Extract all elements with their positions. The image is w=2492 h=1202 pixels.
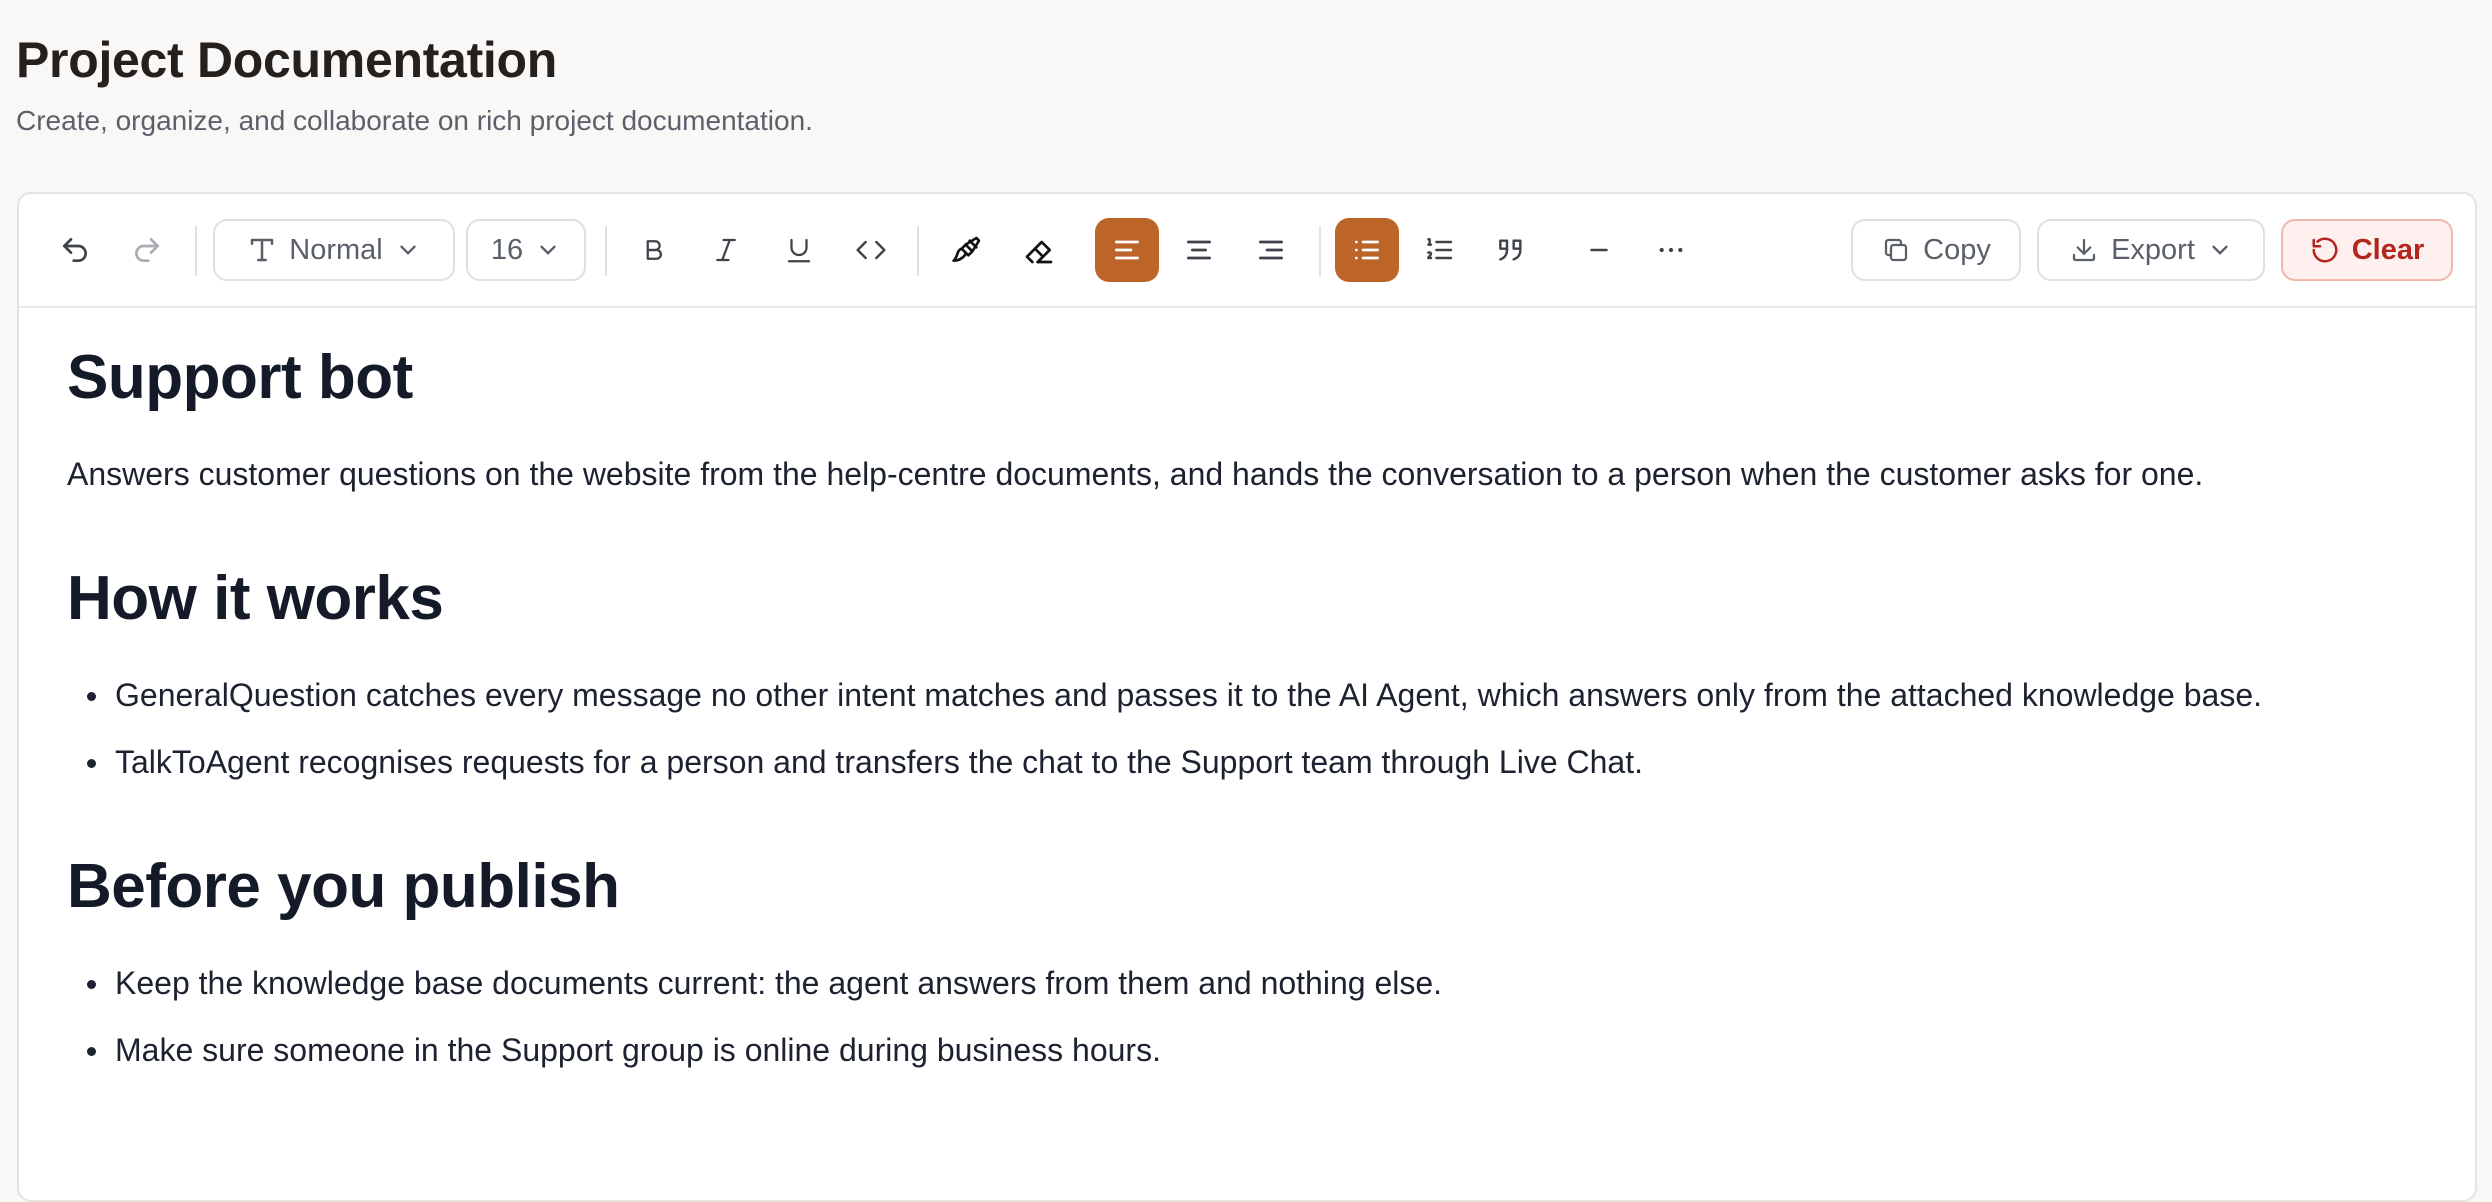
format-painter-button[interactable]	[935, 218, 999, 282]
list-item: Make sure someone in the Support group i…	[67, 1028, 2435, 1073]
quote-icon	[1499, 239, 1522, 261]
align-left-button[interactable]	[1095, 218, 1159, 282]
clear-label: Clear	[2351, 233, 2425, 266]
paintbrush-icon	[952, 236, 981, 262]
code-button[interactable]	[839, 218, 903, 282]
editor-content[interactable]: Support bot Answers customer questions o…	[67, 343, 2435, 1095]
chevron-down-icon	[400, 245, 416, 255]
section-heading: How it works	[67, 563, 444, 633]
list-item: Keep the knowledge base documents curren…	[67, 961, 2435, 1006]
text-type-icon	[251, 238, 274, 262]
italic-button[interactable]	[694, 218, 758, 282]
bullet-list-icon	[1355, 240, 1379, 260]
copy-icon	[1885, 238, 1908, 262]
document-title: Support bot	[67, 343, 413, 412]
eraser-icon	[1025, 240, 1053, 264]
code-icon	[856, 240, 886, 260]
copy-label: Copy	[1923, 233, 1991, 266]
horizontal-rule-button[interactable]	[1567, 218, 1631, 282]
toolbar-divider	[1319, 226, 1321, 276]
italic-icon	[716, 238, 736, 262]
list-item: TalkToAgent recognises requests for a pe…	[67, 740, 2435, 785]
font-size-value: 16	[490, 233, 524, 266]
block-style-value: Normal	[289, 233, 383, 266]
export-label: Export	[2111, 233, 2195, 266]
numbered-list-icon	[1427, 238, 1453, 260]
page-title: Project Documentation	[16, 32, 557, 88]
undo-icon	[62, 238, 87, 262]
chevron-down-icon	[2212, 245, 2228, 255]
align-center-button[interactable]	[1167, 218, 1231, 282]
toolbar-divider	[195, 226, 197, 276]
redo-button[interactable]	[115, 218, 179, 282]
font-size-select[interactable]: 16	[466, 219, 586, 281]
list-item: GeneralQuestion catches every message no…	[67, 673, 2435, 718]
underline-button[interactable]	[767, 218, 831, 282]
align-center-icon	[1187, 240, 1211, 260]
download-icon	[2072, 238, 2096, 262]
toolbar-divider	[605, 226, 607, 276]
bold-button[interactable]	[622, 218, 686, 282]
undo-button[interactable]	[43, 218, 107, 282]
document-intro: Answers customer questions on the websit…	[67, 456, 2204, 493]
document-editor: Normal 16 Copy Export Clear Support bot …	[17, 192, 2477, 1202]
clear-button[interactable]: Clear	[2281, 219, 2453, 281]
more-horizontal-icon	[1659, 247, 1683, 253]
chevron-down-icon	[540, 245, 556, 255]
align-right-icon	[1259, 240, 1283, 260]
editor-toolbar: Normal 16 Copy Export Clear	[19, 194, 2475, 308]
redo-icon	[135, 238, 159, 262]
export-button[interactable]: Export	[2037, 219, 2265, 281]
reset-icon	[2312, 237, 2338, 263]
copy-button[interactable]: Copy	[1851, 219, 2021, 281]
page-header: Project Documentation Create, organize, …	[16, 30, 813, 138]
align-right-button[interactable]	[1239, 218, 1303, 282]
toolbar-divider	[917, 226, 919, 276]
minus-icon	[1590, 248, 1608, 252]
bullet-list-button[interactable]	[1335, 218, 1399, 282]
more-options-button[interactable]	[1639, 218, 1703, 282]
bullet-list: Keep the knowledge base documents curren…	[67, 961, 2435, 1073]
bullet-list: GeneralQuestion catches every message no…	[67, 673, 2435, 785]
align-left-icon	[1115, 240, 1139, 260]
underline-icon	[787, 238, 811, 263]
blockquote-button[interactable]	[1479, 218, 1543, 282]
bold-icon	[646, 240, 662, 260]
clear-formatting-button[interactable]	[1007, 218, 1071, 282]
block-style-select[interactable]: Normal	[213, 219, 455, 281]
page-subtitle: Create, organize, and collaborate on ric…	[16, 105, 813, 136]
section-heading: Before you publish	[67, 851, 620, 921]
numbered-list-button[interactable]	[1407, 218, 1471, 282]
